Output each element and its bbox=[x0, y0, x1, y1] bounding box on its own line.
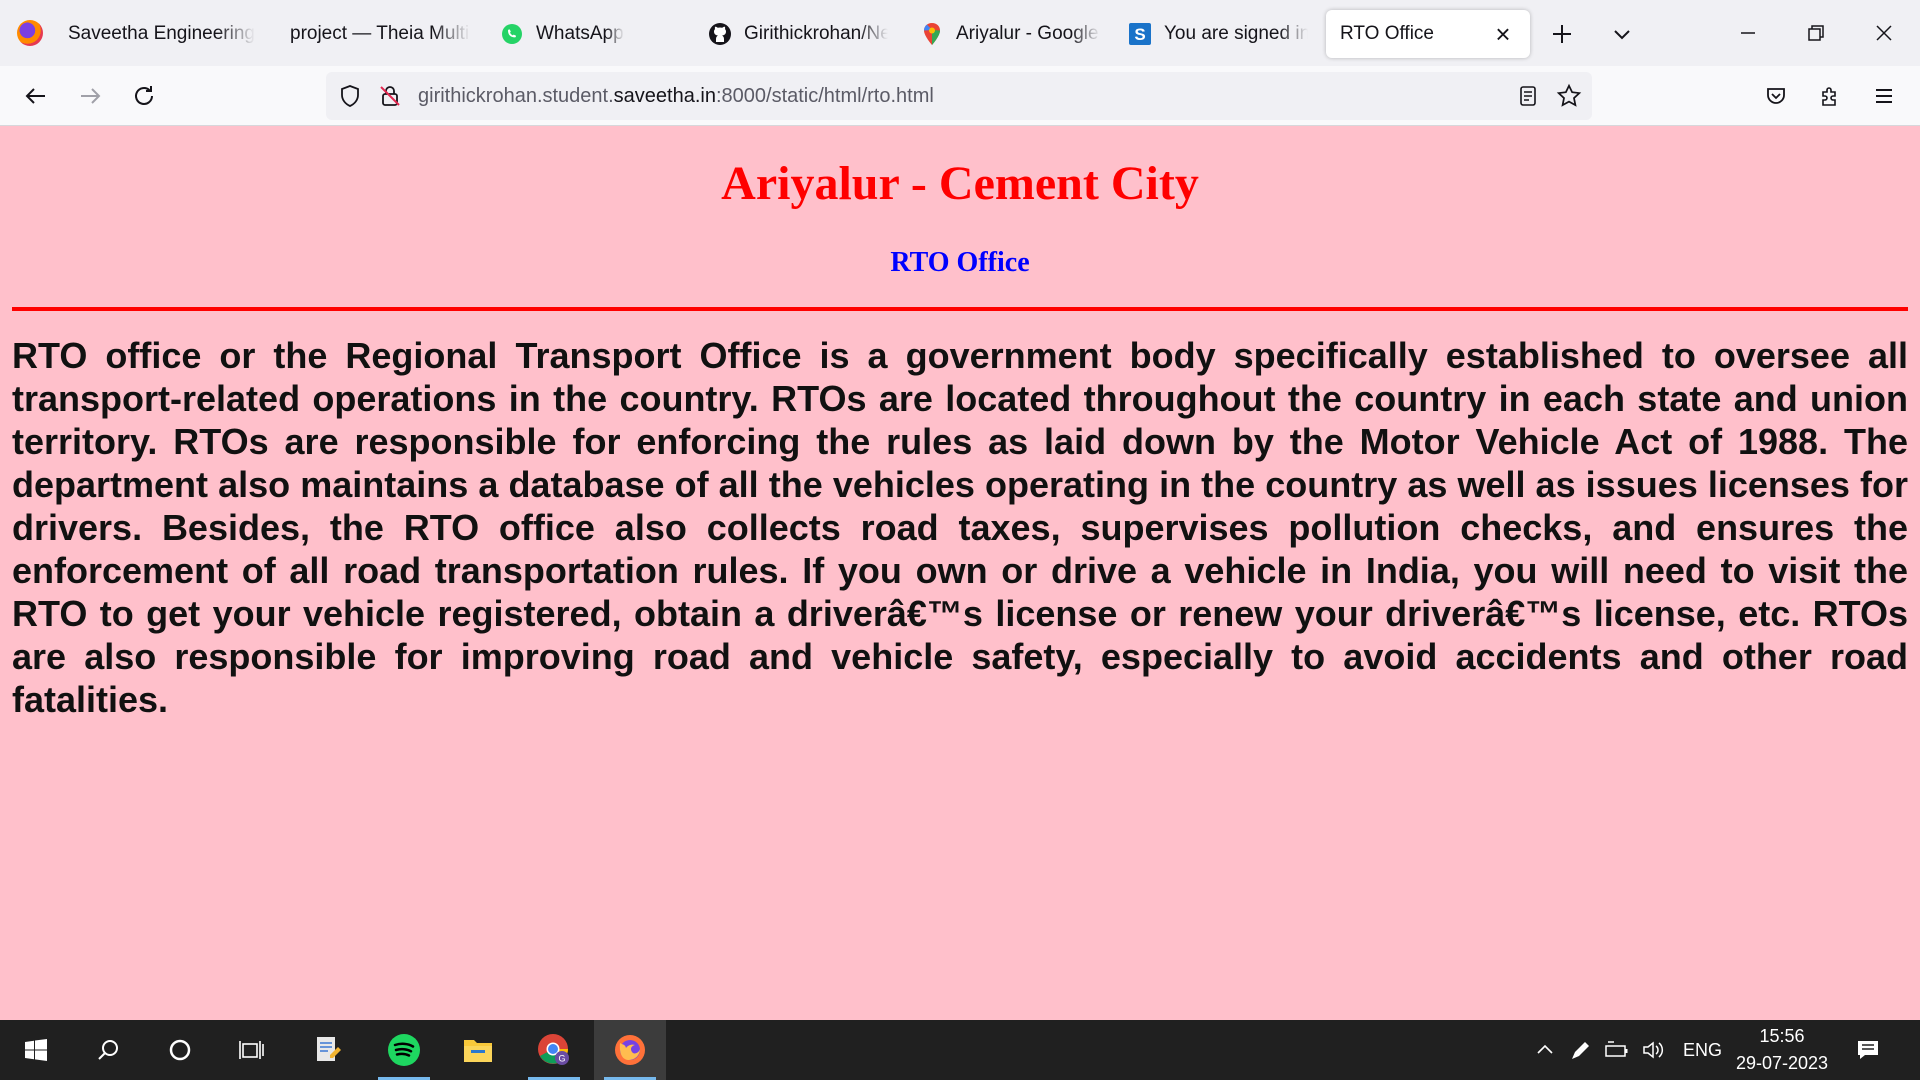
pocket-icon[interactable] bbox=[1756, 76, 1796, 116]
spotify-icon[interactable] bbox=[368, 1020, 440, 1080]
s-icon: S bbox=[1128, 22, 1152, 46]
forward-arrow-icon[interactable] bbox=[70, 76, 110, 116]
navigation-toolbar: girithickrohan.student.saveetha.in:8000/… bbox=[0, 66, 1920, 126]
firefox-menu-icon[interactable] bbox=[0, 0, 60, 66]
battery-icon[interactable] bbox=[1600, 1020, 1634, 1080]
show-hidden-icons-chevron-icon[interactable] bbox=[1528, 1020, 1562, 1080]
tab-github[interactable]: Girithickrohan/Ne bbox=[708, 10, 888, 58]
pen-tray-icon[interactable] bbox=[1564, 1020, 1598, 1080]
back-arrow-icon[interactable] bbox=[16, 76, 56, 116]
page-title: Ariyalur - Cement City bbox=[721, 157, 1199, 210]
tab-title: RTO Office bbox=[1340, 23, 1434, 44]
file-explorer-icon[interactable] bbox=[442, 1020, 514, 1080]
search-icon[interactable] bbox=[72, 1020, 144, 1080]
tab-strip: Saveetha Engineering project — Theia Mul… bbox=[0, 0, 1920, 66]
cortana-icon[interactable] bbox=[144, 1020, 216, 1080]
clock-date: 29-07-2023 bbox=[1735, 1053, 1829, 1073]
tab-title: Ariyalur - Google M bbox=[956, 23, 1100, 44]
tab-title: WhatsApp bbox=[536, 23, 624, 44]
github-icon bbox=[708, 22, 732, 46]
whatsapp-icon bbox=[500, 22, 524, 46]
bookmark-star-icon[interactable] bbox=[1556, 83, 1582, 114]
insecure-lock-icon[interactable] bbox=[378, 84, 402, 113]
page-body-text: RTO office or the Regional Transport Off… bbox=[12, 335, 1908, 720]
minimize-icon[interactable] bbox=[1714, 0, 1782, 66]
chrome-icon[interactable]: G bbox=[518, 1020, 590, 1080]
firefox-taskbar-icon[interactable] bbox=[594, 1020, 666, 1080]
notifications-icon[interactable] bbox=[1836, 1020, 1900, 1080]
tab-google-maps[interactable]: Ariyalur - Google M bbox=[920, 10, 1100, 58]
google-maps-icon bbox=[920, 22, 944, 46]
language-indicator[interactable]: ENG bbox=[1683, 1040, 1722, 1061]
tab-title: project — Theia Multi- bbox=[290, 23, 470, 44]
horizontal-rule bbox=[12, 307, 1908, 311]
clock[interactable]: 15:56 29-07-2023 bbox=[1730, 1020, 1834, 1080]
address-bar[interactable]: girithickrohan.student.saveetha.in:8000/… bbox=[326, 72, 1592, 120]
notepad-icon[interactable] bbox=[292, 1020, 364, 1080]
close-window-icon[interactable] bbox=[1850, 0, 1918, 66]
tab-whatsapp[interactable]: WhatsApp bbox=[500, 10, 670, 58]
windows-taskbar: G ENG 15:56 29-07-2023 bbox=[0, 1020, 1920, 1080]
shield-icon[interactable] bbox=[338, 84, 362, 113]
reload-icon[interactable] bbox=[124, 76, 164, 116]
reader-view-icon[interactable] bbox=[1516, 84, 1540, 113]
web-page: Ariyalur - Cement City RTO Office RTO of… bbox=[0, 126, 1920, 1020]
tab-signed-in[interactable]: S You are signed in as bbox=[1128, 10, 1308, 58]
extensions-icon[interactable] bbox=[1810, 76, 1850, 116]
list-tabs-chevron-icon[interactable] bbox=[1602, 14, 1642, 54]
windows-start-icon[interactable] bbox=[0, 1020, 72, 1080]
task-view-icon[interactable] bbox=[216, 1020, 288, 1080]
tab-title: You are signed in as bbox=[1164, 23, 1308, 44]
tab-rto-office[interactable]: RTO Office × bbox=[1326, 10, 1530, 58]
tab-title: Girithickrohan/Ne bbox=[744, 23, 888, 44]
volume-icon[interactable] bbox=[1636, 1020, 1670, 1080]
tab-saveetha[interactable]: Saveetha Engineering bbox=[68, 10, 258, 58]
new-tab-icon[interactable] bbox=[1542, 14, 1582, 54]
hamburger-menu-icon[interactable] bbox=[1864, 76, 1904, 116]
svg-text:G: G bbox=[558, 1054, 565, 1064]
restore-icon[interactable] bbox=[1782, 0, 1850, 66]
page-subtitle: RTO Office bbox=[890, 247, 1030, 278]
close-tab-icon[interactable]: × bbox=[1488, 21, 1518, 47]
tab-theia[interactable]: project — Theia Multi- bbox=[290, 10, 470, 58]
tab-title: Saveetha Engineering bbox=[68, 23, 255, 44]
clock-time: 15:56 bbox=[1759, 1026, 1805, 1046]
url-text[interactable]: girithickrohan.student.saveetha.in:8000/… bbox=[418, 85, 934, 108]
svg-text:S: S bbox=[1134, 25, 1145, 44]
